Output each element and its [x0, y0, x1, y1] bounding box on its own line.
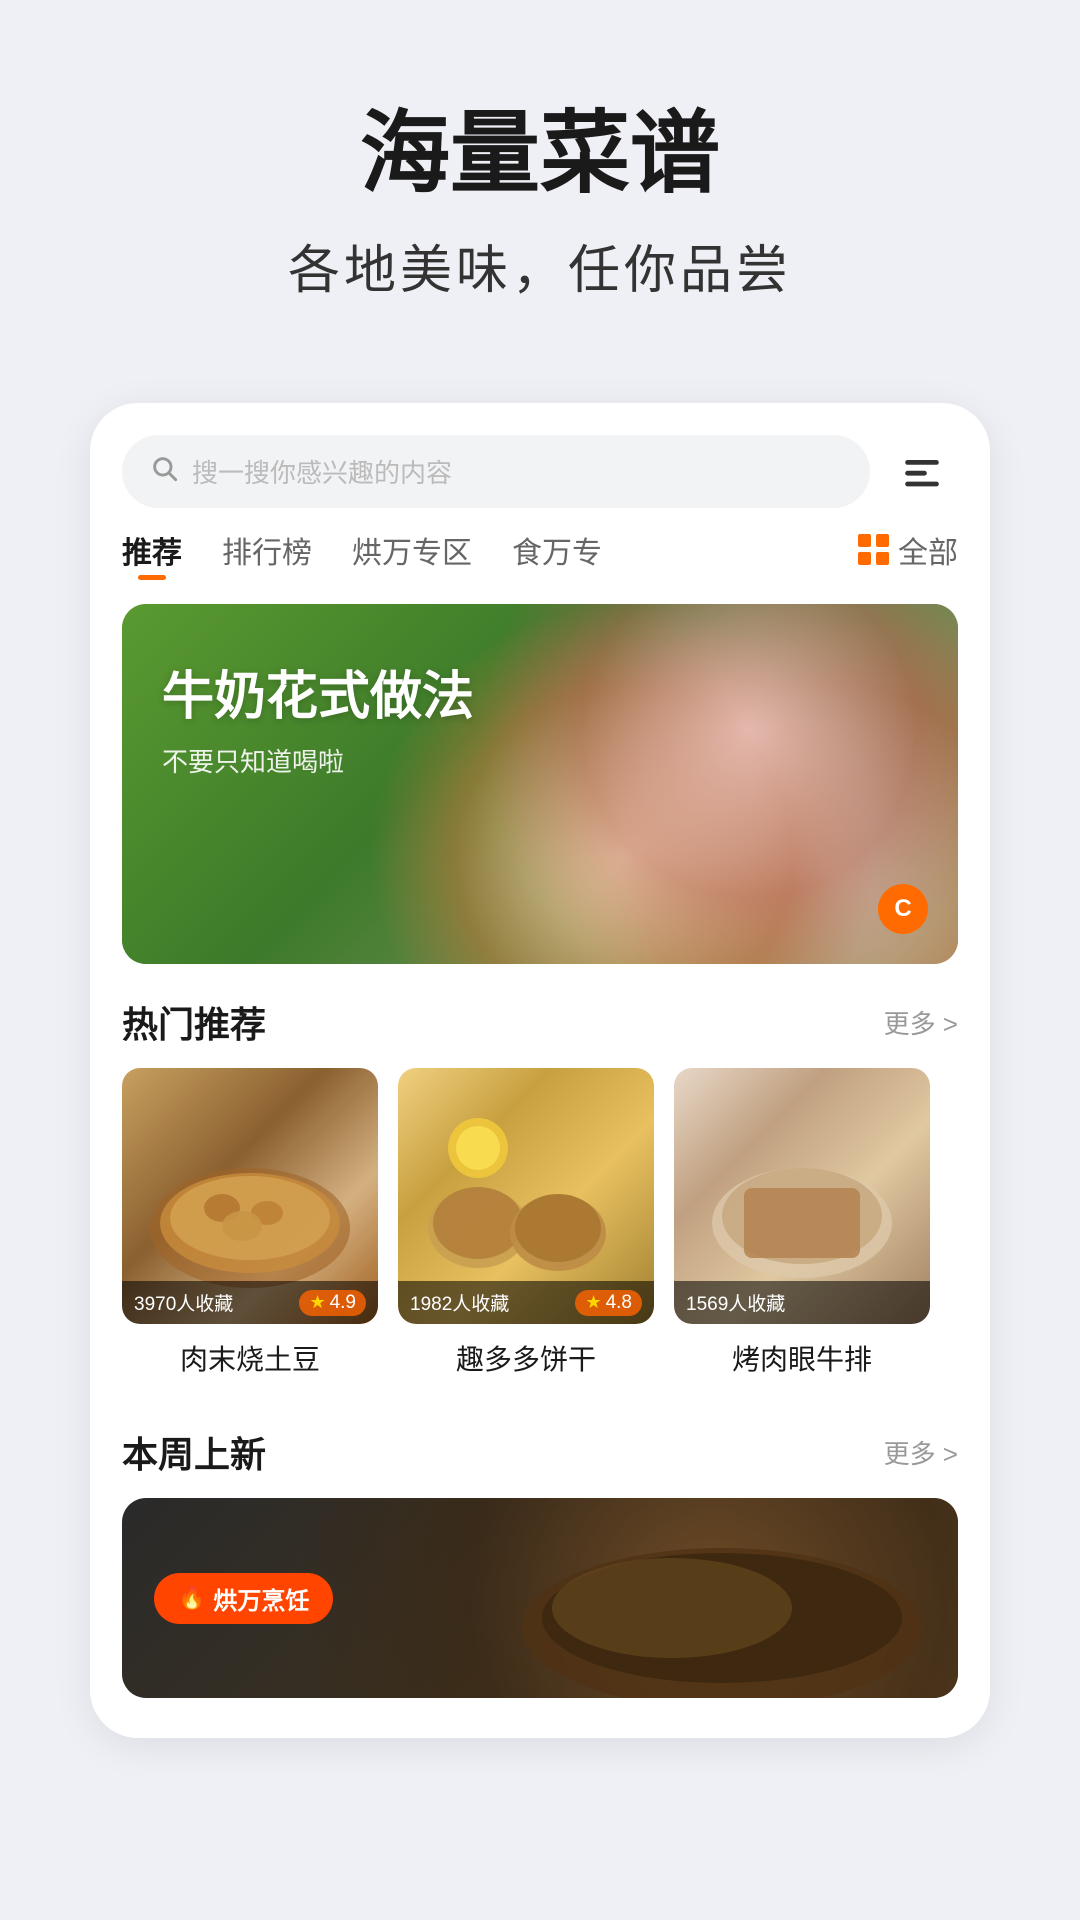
recipe-count-3: 1569人收藏 [686, 1289, 785, 1316]
menu-button[interactable] [886, 436, 958, 508]
star-icon-2: ★ [585, 1292, 601, 1313]
recipe-card-img-3: 1569人收藏 [674, 1068, 930, 1324]
search-bar[interactable]: 搜一搜你感兴趣的内容 [122, 435, 870, 508]
recipe-badge-3: 1569人收藏 [674, 1281, 930, 1324]
recipe-rating-2: ★ 4.8 [575, 1290, 642, 1316]
nav-tabs: 推荐 排行榜 烘万专区 食万专 全部 [90, 528, 990, 604]
recipe-card-3[interactable]: 1569人收藏 烤肉眼牛排 [674, 1068, 930, 1378]
week-section-header: 本周上新 更多 > [90, 1394, 990, 1498]
tab-ranking[interactable]: 排行榜 [222, 528, 312, 580]
hero-banner[interactable]: 牛奶花式做法 不要只知道喝啦 C [122, 604, 958, 964]
recipe-badge-1: 3970人收藏 ★ 4.9 [122, 1281, 378, 1324]
grid-icon [858, 534, 890, 566]
banner-logo: C [878, 884, 928, 934]
week-banner[interactable]: 🔥 烘万烹饪 [122, 1498, 958, 1698]
recipe-card-img-1: 3970人收藏 ★ 4.9 [122, 1068, 378, 1324]
sub-title: 各地美味，任你品尝 [60, 228, 1020, 303]
hot-section-header: 热门推荐 更多 > [90, 964, 990, 1068]
tab-recommend[interactable]: 推荐 [122, 528, 182, 580]
recipe-name-3: 烤肉眼牛排 [674, 1338, 930, 1378]
recipe-name-1: 肉末烧土豆 [122, 1338, 378, 1378]
search-bar-row: 搜一搜你感兴趣的内容 [90, 403, 990, 528]
main-title: 海量菜谱 [60, 100, 1020, 208]
recipe-count-1: 3970人收藏 [134, 1289, 233, 1316]
week-new-section: 本周上新 更多 > 🔥 烘万烹饪 [90, 1394, 990, 1698]
recipe-card-img-2: 1982人收藏 ★ 4.8 [398, 1068, 654, 1324]
banner-title: 牛奶花式做法 [162, 664, 474, 732]
tab-baking[interactable]: 烘万专区 [352, 528, 472, 580]
app-card: 搜一搜你感兴趣的内容 推荐 排行榜 烘万专区 食万专 全部 [90, 403, 990, 1738]
hot-section-more[interactable]: 更多 > [884, 1004, 958, 1041]
recipe-count-2: 1982人收藏 [410, 1289, 509, 1316]
recipe-badge-2: 1982人收藏 ★ 4.8 [398, 1281, 654, 1324]
search-placeholder-text: 搜一搜你感兴趣的内容 [192, 453, 452, 490]
recipe-card-2[interactable]: 1982人收藏 ★ 4.8 趣多多饼干 [398, 1068, 654, 1378]
banner-subtitle: 不要只知道喝啦 [162, 742, 474, 779]
banner-visual [122, 604, 958, 964]
hot-section-title: 热门推荐 [122, 996, 266, 1048]
star-icon-1: ★ [309, 1292, 325, 1313]
week-section-title: 本周上新 [122, 1426, 266, 1478]
recipe-card-1[interactable]: 3970人收藏 ★ 4.9 肉末烧土豆 [122, 1068, 378, 1378]
recipe-cards-row: 3970人收藏 ★ 4.9 肉末烧土豆 [90, 1068, 990, 1378]
banner-text: 牛奶花式做法 不要只知道喝啦 [162, 664, 474, 779]
tab-food[interactable]: 食万专 [512, 528, 602, 580]
tab-all[interactable]: 全部 [858, 528, 958, 580]
fire-icon: 🔥 [178, 1585, 205, 1611]
recipe-name-2: 趣多多饼干 [398, 1338, 654, 1378]
week-section-more[interactable]: 更多 > [884, 1434, 958, 1471]
recipe-rating-1: ★ 4.9 [299, 1290, 366, 1316]
search-icon [150, 454, 178, 489]
week-badge-text: 烘万烹饪 [213, 1581, 309, 1616]
header-section: 海量菜谱 各地美味，任你品尝 [0, 0, 1080, 363]
week-badge: 🔥 烘万烹饪 [154, 1573, 333, 1624]
